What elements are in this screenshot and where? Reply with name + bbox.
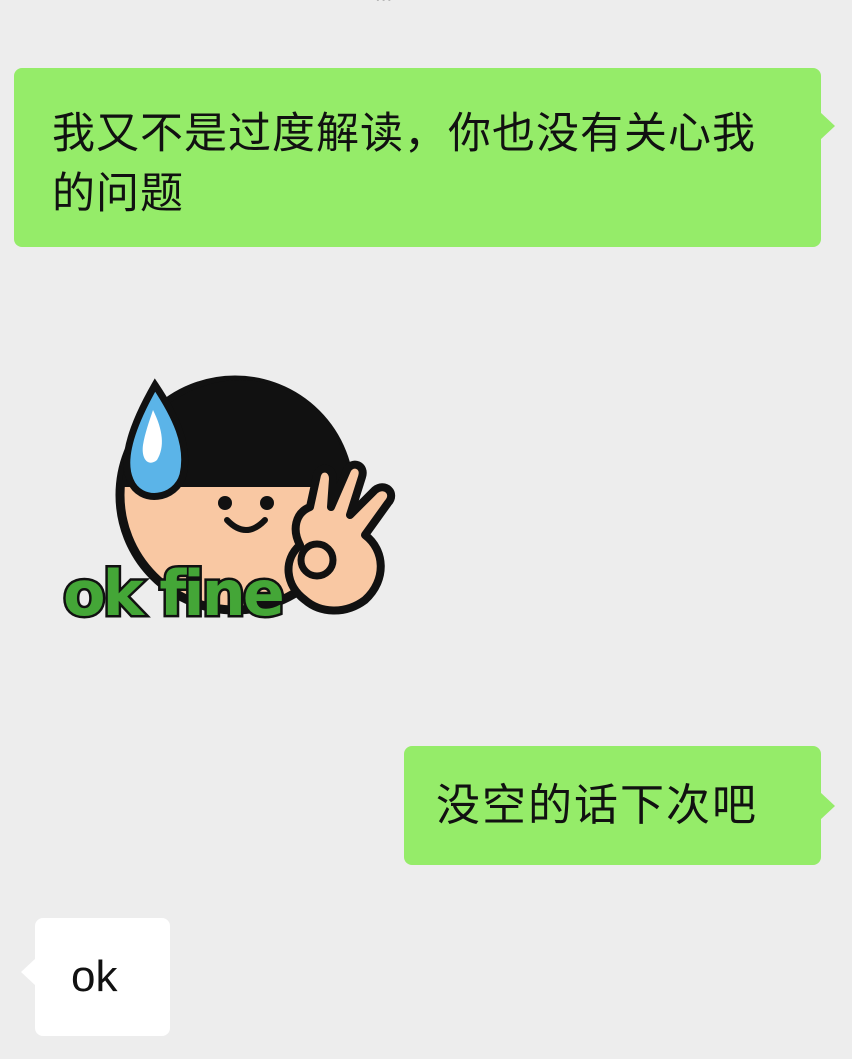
received-message-bubble[interactable]: ok — [21, 918, 170, 1036]
message-text: 没空的话下次吧 — [436, 780, 758, 831]
ok-fine-sticker[interactable]: ok fine — [55, 375, 405, 633]
sent-message-bubble[interactable]: 没空的话下次吧 — [404, 746, 835, 865]
message-text: 我又不是过度解读，你也没有关心我的问题 — [52, 109, 756, 219]
sticker-text: ok fine — [63, 557, 283, 630]
sticker-image-icon: ok fine — [61, 375, 396, 633]
message-text: ok — [71, 952, 118, 1001]
sent-message-bubble[interactable]: 我又不是过度解读，你也没有关心我的问题 — [14, 68, 835, 247]
partial-timestamp: ··· — [375, 0, 485, 6]
